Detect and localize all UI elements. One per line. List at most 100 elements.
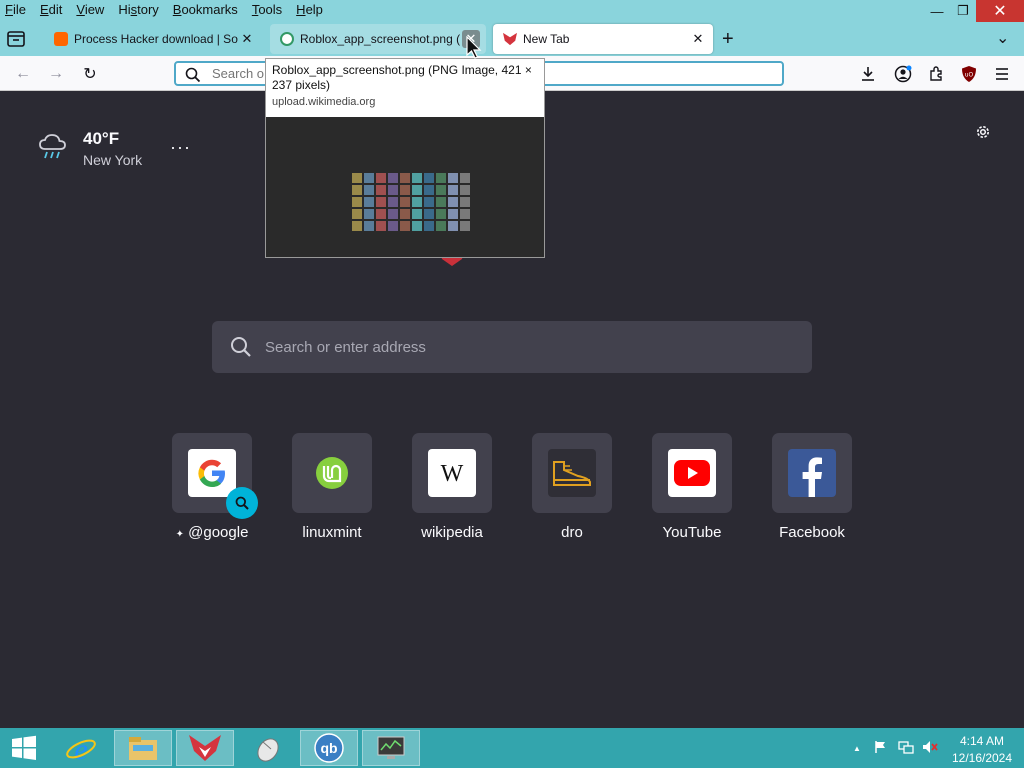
start-button[interactable] [0,730,48,766]
close-tab-icon[interactable]: ✕ [238,30,256,48]
downloads-button[interactable] [858,64,878,84]
network-icon[interactable] [898,740,914,754]
firefox-view-button[interactable] [6,30,28,50]
thumbnail-cell [400,197,410,207]
tab-thumbnail [266,117,544,257]
thumbnail-cell [388,185,398,195]
site-tile[interactable] [292,433,372,513]
thumbnail-cell [388,221,398,231]
boot-icon [548,449,596,497]
thumbnail-cell [352,173,362,183]
taskbar-mouse-app[interactable] [238,730,296,766]
redfox-icon [503,32,517,46]
list-all-tabs-button[interactable]: ⌄ [996,28,1009,48]
taskbar-qbittorrent[interactable]: qb [300,730,358,766]
thumbnail-cell [364,221,374,231]
taskbar-internet-explorer[interactable]: e [52,730,110,766]
firefox-view-icon [7,31,25,47]
clock-date[interactable]: 12/16/2024 [948,751,1016,765]
taskbar-redfox-browser[interactable] [176,730,234,766]
thumbnail-cell [436,197,446,207]
site-tile[interactable] [532,433,612,513]
thumbnail-cell [424,209,434,219]
thumbnail-cell [412,197,422,207]
ublock-button[interactable]: uO [959,64,979,84]
site-tile[interactable] [772,433,852,513]
thumbnail-cell [460,197,470,207]
top-site-linuxmint[interactable]: linuxmint [292,433,372,541]
thumbnail-cell [460,209,470,219]
thumbnail-cell [388,197,398,207]
tab-new-tab[interactable]: New Tab ✕ [493,24,713,54]
restore-button[interactable]: ❐ [946,0,980,22]
mouse-icon [257,738,279,762]
site-tile[interactable]: W [412,433,492,513]
close-window-button[interactable]: ✕ [976,0,1024,22]
thumbnail-cell [364,173,374,183]
thumbnail-cell [424,185,434,195]
weather-options-button[interactable]: ··· [170,137,191,158]
back-button[interactable]: ← [12,63,34,85]
thumbnail-cell [364,185,374,195]
search-icon [185,67,201,83]
youtube-icon [668,449,716,497]
thumbnail-cell [376,209,386,219]
site-tile[interactable] [172,433,258,519]
top-site-facebook[interactable]: Facebook [772,433,852,541]
site-tile[interactable] [652,433,732,513]
thumbnail-cell [448,173,458,183]
thumbnail-cell [400,173,410,183]
thumbnail-cell [436,209,446,219]
tab-roblox-screenshot[interactable]: Roblox_app_screenshot.png ( ✕ [270,24,486,54]
top-site-google[interactable]: ✦ @google [172,433,258,541]
menu-file[interactable]: File [4,2,27,17]
thumbnail-cell [424,197,434,207]
action-center-flag-icon[interactable] [874,740,888,754]
menu-bookmarks[interactable]: Bookmarks [172,2,239,17]
forward-button[interactable]: → [45,63,67,85]
clock-time[interactable]: 4:14 AM [952,734,1012,748]
wikipedia-icon: W [428,449,476,497]
top-site-dro[interactable]: dro [532,433,612,541]
search-box[interactable]: Search or enter address [212,321,812,373]
thumbnail-cell [448,209,458,219]
menu-edit[interactable]: Edit [39,2,63,17]
windows-logo-icon [12,735,36,760]
show-hidden-icons-button[interactable]: ▲ [853,744,861,753]
weather-location: New York [83,152,143,168]
thumbnail-cell [400,185,410,195]
thumbnail-cell [376,197,386,207]
tab-process-hacker[interactable]: Process Hacker download | Sou ✕ [44,24,262,54]
ublock-origin-icon: uO [962,66,976,82]
menu-help[interactable]: Help [295,2,324,17]
site-label: YouTube [662,524,722,541]
menu-tools[interactable]: Tools [251,2,283,17]
volume-muted-icon[interactable] [922,740,938,754]
taskbar-system-monitor[interactable] [362,730,420,766]
thumbnail-cell [352,185,362,195]
wikimedia-icon [280,32,294,46]
close-tab-icon[interactable]: ✕ [689,30,707,48]
app-menu-button[interactable] [992,64,1012,84]
folder-icon [129,737,157,760]
account-button[interactable] [893,64,913,84]
thumbnail-cell [412,173,422,183]
new-tab-button[interactable]: + [722,28,734,51]
tab-strip: Process Hacker download | Sou ✕ Roblox_a… [0,22,1024,56]
linuxmint-icon [308,449,356,497]
extensions-button[interactable] [926,64,946,84]
tab-preview-tooltip: Roblox_app_screenshot.png (PNG Image, 42… [265,58,545,258]
tooltip-url: upload.wikimedia.org [272,96,376,108]
thumbnail-cell [388,173,398,183]
search-placeholder: Search or enter address [265,339,426,356]
reload-button[interactable]: ↻ [79,63,101,85]
menu-view[interactable]: View [75,2,105,17]
top-site-wikipedia[interactable]: W wikipedia [412,433,492,541]
menu-history[interactable]: History [117,2,159,17]
search-icon [235,496,249,510]
thumbnail-cell [364,209,374,219]
tooltip-title: Roblox_app_screenshot.png (PNG Image, 42… [272,63,532,92]
taskbar-file-explorer[interactable] [114,730,172,766]
top-site-youtube[interactable]: YouTube [652,433,732,541]
personalize-button[interactable] [974,123,992,146]
